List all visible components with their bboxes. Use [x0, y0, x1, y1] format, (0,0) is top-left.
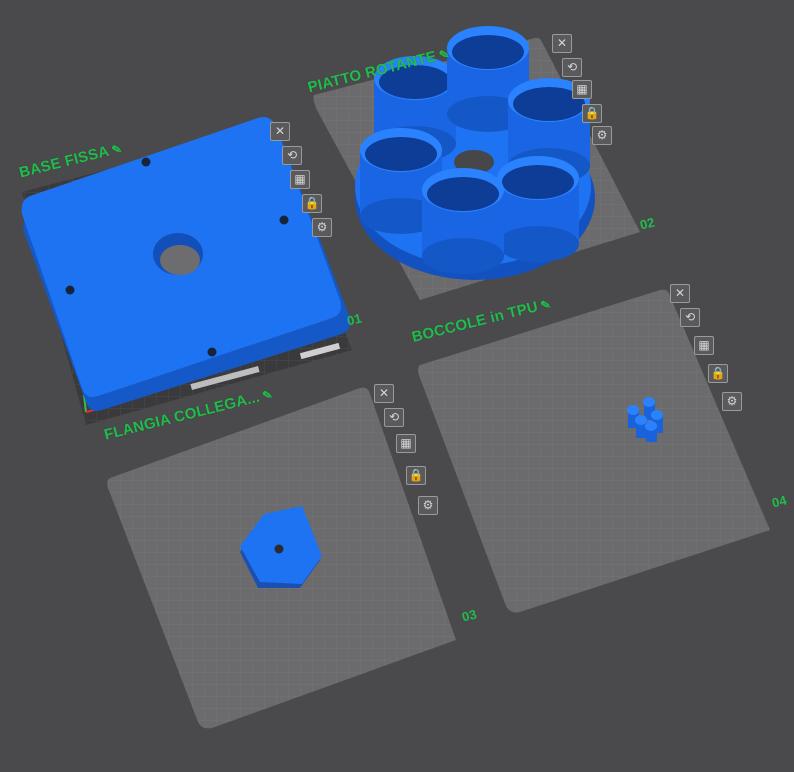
auto-orient-icon[interactable]: ⟲ — [282, 146, 302, 165]
cup — [497, 156, 579, 262]
settings-gear-icon[interactable]: ⚙ — [418, 496, 438, 515]
base-screw-hole — [141, 157, 151, 167]
arrange-icon[interactable]: ▦ — [396, 434, 416, 453]
auto-orient-icon[interactable]: ⟲ — [562, 58, 582, 77]
plate-4-bed[interactable] — [418, 289, 770, 613]
settings-gear-icon[interactable]: ⚙ — [722, 392, 742, 411]
lock-icon[interactable]: 🔒 — [582, 104, 602, 123]
lock-icon[interactable]: 🔒 — [406, 466, 426, 485]
base-screw-hole — [279, 215, 289, 225]
base-screw-hole — [207, 347, 217, 357]
arrange-icon[interactable]: ▦ — [694, 336, 714, 355]
settings-gear-icon[interactable]: ⚙ — [592, 126, 612, 145]
cup — [422, 168, 504, 274]
close-icon[interactable]: ✕ — [270, 122, 290, 141]
close-icon[interactable]: ✕ — [670, 284, 690, 303]
settings-gear-icon[interactable]: ⚙ — [312, 218, 332, 237]
arrange-icon[interactable]: ▦ — [290, 170, 310, 189]
auto-orient-icon[interactable]: ⟲ — [384, 408, 404, 427]
workspace-canvas[interactable] — [0, 0, 794, 772]
flangia-hole — [274, 544, 284, 554]
arrange-icon[interactable]: ▦ — [572, 80, 592, 99]
lock-icon[interactable]: 🔒 — [708, 364, 728, 383]
close-icon[interactable]: ✕ — [552, 34, 572, 53]
auto-orient-icon[interactable]: ⟲ — [680, 308, 700, 327]
base-center-hole-floor — [160, 245, 200, 275]
lock-icon[interactable]: 🔒 — [302, 194, 322, 213]
close-icon[interactable]: ✕ — [374, 384, 394, 403]
base-screw-hole — [65, 285, 75, 295]
